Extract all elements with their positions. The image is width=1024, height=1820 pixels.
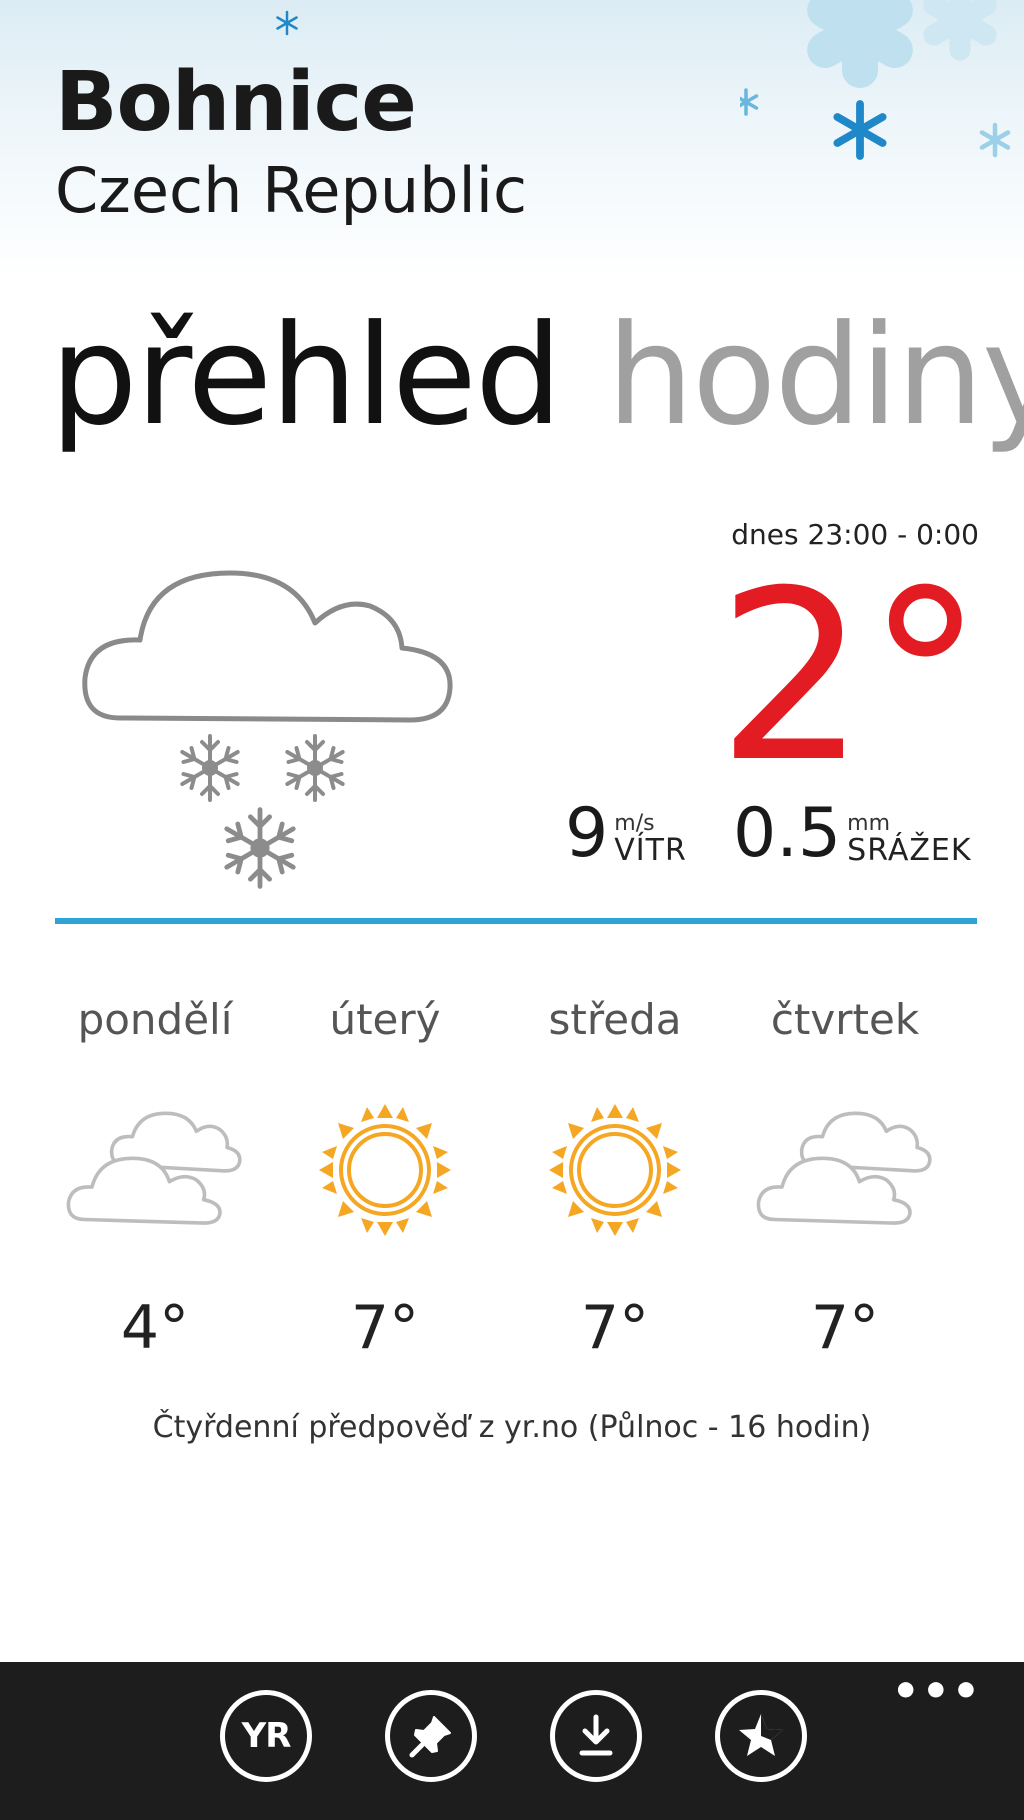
pivot-header: přehled hodiny [50, 300, 1024, 452]
app-bar: YR ••• [0, 1662, 1024, 1820]
city-name: Bohnice [55, 55, 417, 150]
forecast-day-temp: 4° [120, 1293, 190, 1363]
forecast-day[interactable]: úterý 7° [270, 995, 500, 1363]
pivot-item-overview[interactable]: přehled [50, 295, 563, 456]
wind-unit: m/s [614, 810, 655, 836]
forecast-day-name: čtvrtek [770, 995, 920, 1044]
pin-button[interactable] [385, 1690, 477, 1782]
forecast-day-name: úterý [329, 995, 441, 1044]
cloudy-icon [66, 1111, 242, 1225]
forecast-day[interactable]: středa 7° [500, 995, 730, 1363]
precipitation-unit: mm [847, 810, 891, 836]
current-temperature: 2° [716, 541, 984, 814]
pin-icon [409, 1716, 451, 1758]
wind-value: 9 [565, 794, 609, 873]
wind-label: VÍTR [614, 832, 687, 868]
country-name: Czech Republic [55, 154, 528, 227]
snowflake-small-icon [276, 10, 298, 36]
forecast-day-name: středa [548, 995, 682, 1044]
cloudy-icon [756, 1111, 932, 1225]
favorite-button[interactable] [715, 1690, 807, 1782]
forecast-day[interactable]: čtvrtek 7° [730, 995, 960, 1363]
forecast-day-temp: 7° [580, 1293, 650, 1363]
star-icon [739, 1714, 783, 1756]
precipitation-metric: 0.5 mm SRÁŽEK [733, 800, 972, 868]
precipitation-label: SRÁŽEK [847, 832, 972, 868]
sun-icon [547, 1102, 683, 1238]
yr-logo-icon: YR [241, 1716, 292, 1756]
precipitation-value: 0.5 [733, 794, 842, 873]
forecast-day-temp: 7° [810, 1293, 880, 1363]
forecast-source-note: Čtyřdenní předpověď z yr.no (Půlnoc - 16… [152, 1410, 872, 1445]
download-icon [579, 1714, 613, 1756]
forecast-list: pondělí 4° úterý 7° středa 7° čtvrtek 7° [40, 995, 980, 1363]
sun-icon [317, 1102, 453, 1238]
section-divider [55, 918, 977, 924]
download-button[interactable] [550, 1690, 642, 1782]
snowflake-decoration-icon [740, 0, 1024, 190]
cloud-snow-icon [82, 570, 453, 898]
forecast-day-name: pondělí [77, 995, 233, 1044]
more-options-button[interactable]: ••• [892, 1666, 982, 1717]
yr-button[interactable]: YR [220, 1690, 312, 1782]
wind-metric: 9 m/s VÍTR [565, 800, 687, 868]
pivot-item-hours[interactable]: hodiny [607, 295, 1024, 456]
forecast-day-temp: 7° [350, 1293, 420, 1363]
forecast-day[interactable]: pondělí 4° [40, 995, 270, 1363]
